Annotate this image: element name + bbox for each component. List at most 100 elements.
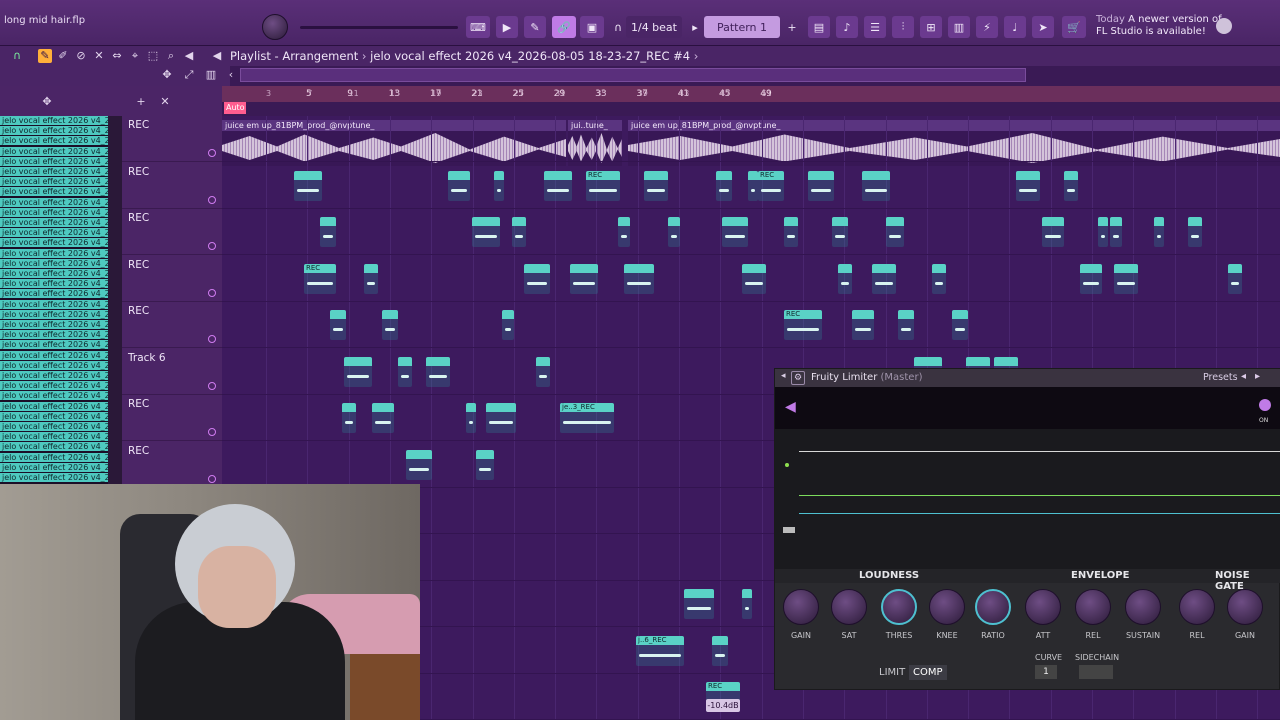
select-tool-icon[interactable]: ⬚ [146, 49, 160, 63]
pattern-clip[interactable]: REC [784, 310, 822, 340]
delete-tool-icon[interactable]: ⊘ [74, 49, 88, 63]
pattern-clip[interactable] [342, 403, 356, 433]
headphones-icon[interactable]: ∩ [10, 49, 24, 63]
pattern-clip[interactable] [1114, 263, 1138, 294]
limiter-knob[interactable] [1179, 589, 1215, 625]
pattern-clip[interactable] [398, 356, 412, 387]
stamp-icon[interactable]: ▣ [580, 16, 604, 38]
track-header[interactable]: REC [122, 209, 222, 255]
pattern-clip[interactable] [502, 310, 514, 340]
limiter-knob[interactable] [1025, 589, 1061, 625]
pattern-clip[interactable] [832, 217, 848, 247]
pattern-clip[interactable] [952, 310, 968, 340]
pattern-clip[interactable] [486, 403, 516, 433]
master-volume-knob[interactable] [262, 14, 288, 40]
track-header[interactable]: REC [122, 302, 222, 348]
clip-list-item[interactable]: jelo vocal effect 2026 v4_2 [0, 350, 108, 361]
fruity-limiter-window[interactable]: ◂ ⚙ Fruity Limiter (Master) Presets ◂ ▸ … [774, 368, 1280, 690]
plugin-icon[interactable]: ▥ [948, 16, 970, 38]
track-header[interactable]: REC [122, 163, 222, 209]
zoom-tool-icon[interactable]: ⌕ [164, 49, 178, 63]
meter-controls[interactable] [783, 437, 795, 537]
pattern-clip[interactable] [1110, 217, 1122, 247]
track-header[interactable]: REC [122, 395, 222, 441]
slip-tool-icon[interactable]: ⇔ [110, 49, 124, 63]
pattern-clip[interactable]: REC [586, 170, 620, 201]
clip-list-item[interactable]: jelo vocal effect 2026 v4_2 [0, 116, 108, 126]
limiter-presets[interactable]: Presets [1203, 372, 1238, 383]
preset-next-icon[interactable]: ▸ [1255, 371, 1260, 382]
pattern-clip[interactable] [1064, 170, 1078, 201]
picker-icon[interactable]: ✥ [40, 95, 54, 109]
track-header[interactable]: REC [122, 256, 222, 302]
pattern-clip[interactable] [808, 170, 834, 201]
pattern-clip[interactable] [426, 356, 450, 387]
clip-list-item[interactable]: jelo vocal effect 2026 v4_2 [0, 381, 108, 392]
scroll-left-icon[interactable]: ‹ [224, 68, 238, 82]
pattern-clip[interactable] [344, 356, 372, 387]
pattern-clip[interactable] [838, 263, 852, 294]
tempo-icon[interactable]: ♩ [1004, 16, 1026, 38]
pattern-clip[interactable] [544, 170, 572, 201]
clip-list-item[interactable]: jelo vocal effect 2026 v4_2 [0, 442, 108, 453]
clip-list-item[interactable]: jelo vocal effect 2026 v4_2 [0, 126, 108, 137]
curve-selector[interactable]: 1 [1035, 665, 1057, 679]
pattern-clip[interactable] [524, 263, 550, 294]
mixer-icon[interactable]: ⫶ [892, 16, 914, 38]
clip-list-item[interactable]: jelo vocal effect 2026 v4_2 [0, 248, 108, 259]
clip-list-item[interactable]: jelo vocal effect 2026 v4_2 [0, 269, 108, 279]
timeline-ruler[interactable]: 5 9 13 17 21 25 29 33 37 41 45 49 3 7 11 15 19 23 27 31 35 39… [222, 86, 1280, 102]
mute-tool-icon[interactable]: ✕ [92, 49, 106, 63]
clip-list-item[interactable]: jelo vocal effect 2026 v4_2 [0, 422, 108, 432]
clip-list-item[interactable]: jelo vocal effect 2026 v4_2 [0, 473, 108, 483]
pattern-clip[interactable] [1098, 217, 1108, 247]
tool-icon[interactable]: ✎ [524, 16, 546, 38]
pattern-clip[interactable] [742, 589, 752, 619]
comp-mode-button[interactable]: COMP [909, 665, 947, 680]
clip-list-scrollbar[interactable] [108, 116, 122, 484]
clip-list-item[interactable]: jelo vocal effect 2026 v4_2 [0, 411, 108, 422]
track-select-icon[interactable] [208, 474, 216, 483]
pattern-clip[interactable] [382, 310, 398, 340]
pattern-clip[interactable] [1080, 263, 1102, 294]
clip-list-item[interactable]: jelo vocal effect 2026 v4_2 [0, 340, 108, 351]
playback-tool-icon[interactable]: ◀ [182, 49, 196, 63]
pattern-clip[interactable] [1154, 217, 1164, 247]
pattern-clip[interactable] [784, 217, 798, 247]
piano-roll-icon[interactable]: ♪ [836, 16, 858, 38]
clip-list-item[interactable]: jelo vocal effect 2026 v4_2 [0, 360, 108, 371]
pattern-clip[interactable] [406, 449, 432, 480]
draw-tool-icon[interactable]: ✎ [38, 49, 52, 63]
clip-list-item[interactable]: jelo vocal effect 2026 v4_2 [0, 238, 108, 249]
master-pitch-slider[interactable] [300, 26, 458, 29]
playlist-icon[interactable]: ▤ [808, 16, 830, 38]
limiter-titlebar[interactable]: ◂ ⚙ Fruity Limiter (Master) Presets ◂ ▸ [775, 369, 1280, 387]
pattern-clip[interactable] [472, 217, 500, 247]
track-header[interactable]: Track 6 [122, 349, 222, 395]
slice-tool-icon[interactable]: ⌖ [128, 49, 142, 63]
snap-select[interactable]: 1/4 beat [626, 16, 682, 38]
clip-list-item[interactable]: jelo vocal effect 2026 v4_2 [0, 462, 108, 473]
pattern-clip[interactable] [932, 263, 946, 294]
clip-list-item[interactable]: jelo vocal effect 2026 v4_2 [0, 187, 108, 198]
clip-list-item[interactable]: jelo vocal effect 2026 v4_2 [0, 207, 108, 218]
clip-list-item[interactable]: jelo vocal effect 2026 v4_2 [0, 156, 108, 167]
limiter-menu-icon[interactable]: ◂ [781, 371, 788, 381]
play-icon[interactable]: ▶ [496, 16, 518, 38]
pattern-clip[interactable] [748, 170, 758, 201]
clip-list-item[interactable]: jelo vocal effect 2026 v4_2 [0, 228, 108, 239]
piano-icon[interactable]: ▥ [204, 68, 218, 82]
clip-list-item[interactable]: jelo vocal effect 2026 v4_2 [0, 401, 108, 412]
clip-source-list[interactable]: jelo vocal effect 2026 v4_2 jelo vocal ef… [0, 116, 108, 484]
limiter-knob[interactable] [1075, 589, 1111, 625]
track-select-icon[interactable] [208, 381, 216, 390]
limiter-knob[interactable] [881, 589, 917, 625]
clip-list-item[interactable]: jelo vocal effect 2026 v4_2 [0, 452, 108, 463]
paint-tool-icon[interactable]: ✐ [56, 49, 70, 63]
browser-icon[interactable]: ⊞ [920, 16, 942, 38]
limit-mode-button[interactable]: LIMIT [879, 667, 905, 678]
pattern-clip[interactable] [1042, 217, 1064, 247]
pattern-clip[interactable] [1228, 263, 1242, 294]
sidechain-selector[interactable] [1079, 665, 1113, 679]
pattern-clip[interactable] [898, 310, 914, 340]
